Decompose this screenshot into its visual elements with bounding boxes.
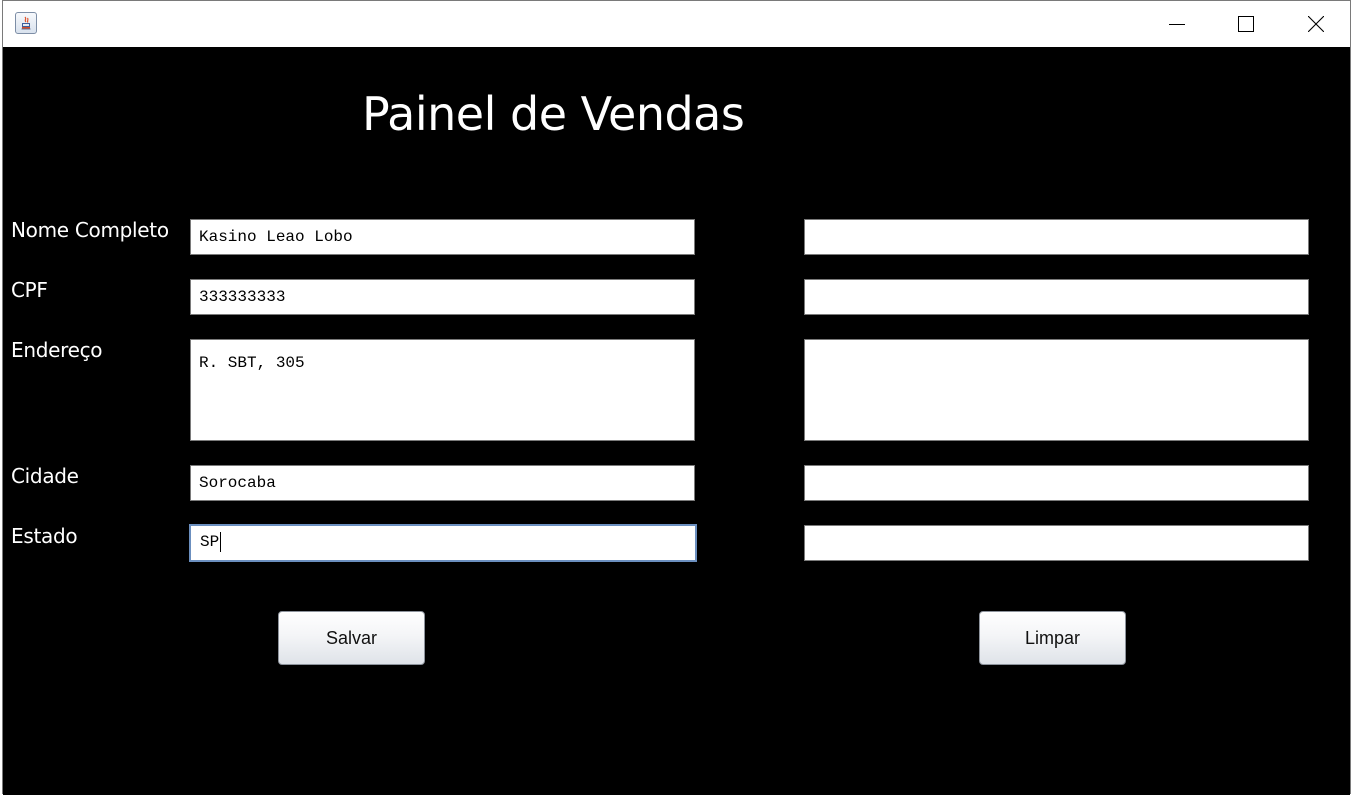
- save-button[interactable]: Salvar: [278, 611, 425, 665]
- cpf-field[interactable]: 333333333: [190, 279, 695, 315]
- estado-value: SP: [200, 533, 220, 551]
- estado-field[interactable]: SP: [189, 524, 697, 562]
- maximize-button[interactable]: [1223, 1, 1269, 47]
- minimize-button[interactable]: [1154, 1, 1200, 47]
- cpf-output-field[interactable]: [804, 279, 1309, 315]
- app-window: Painel de Vendas Nome Completo CPF Ender…: [2, 0, 1351, 795]
- estado-output-field[interactable]: [804, 525, 1309, 561]
- text-caret: [220, 531, 222, 552]
- label-estado: Estado: [11, 524, 78, 548]
- endereco-output-textarea[interactable]: [804, 339, 1309, 441]
- close-icon: [1308, 16, 1324, 32]
- clear-button[interactable]: Limpar: [979, 611, 1126, 665]
- nome-field[interactable]: Kasino Leao Lobo: [190, 219, 695, 255]
- page-title: Painel de Vendas: [362, 87, 745, 141]
- minimize-icon: [1169, 24, 1185, 25]
- label-cpf: CPF: [11, 278, 48, 302]
- label-endereco: Endereço: [11, 338, 103, 362]
- nome-output-field[interactable]: [804, 219, 1309, 255]
- java-coffee-icon: [15, 12, 37, 34]
- label-nome: Nome Completo: [11, 218, 169, 242]
- endereco-textarea[interactable]: R. SBT, 305: [190, 339, 695, 441]
- cidade-field[interactable]: Sorocaba: [190, 465, 695, 501]
- label-cidade: Cidade: [11, 464, 79, 488]
- close-button[interactable]: [1293, 1, 1339, 47]
- maximize-icon: [1238, 16, 1254, 32]
- sales-panel: Painel de Vendas Nome Completo CPF Ender…: [3, 47, 1350, 795]
- title-bar[interactable]: [3, 1, 1350, 47]
- cidade-output-field[interactable]: [804, 465, 1309, 501]
